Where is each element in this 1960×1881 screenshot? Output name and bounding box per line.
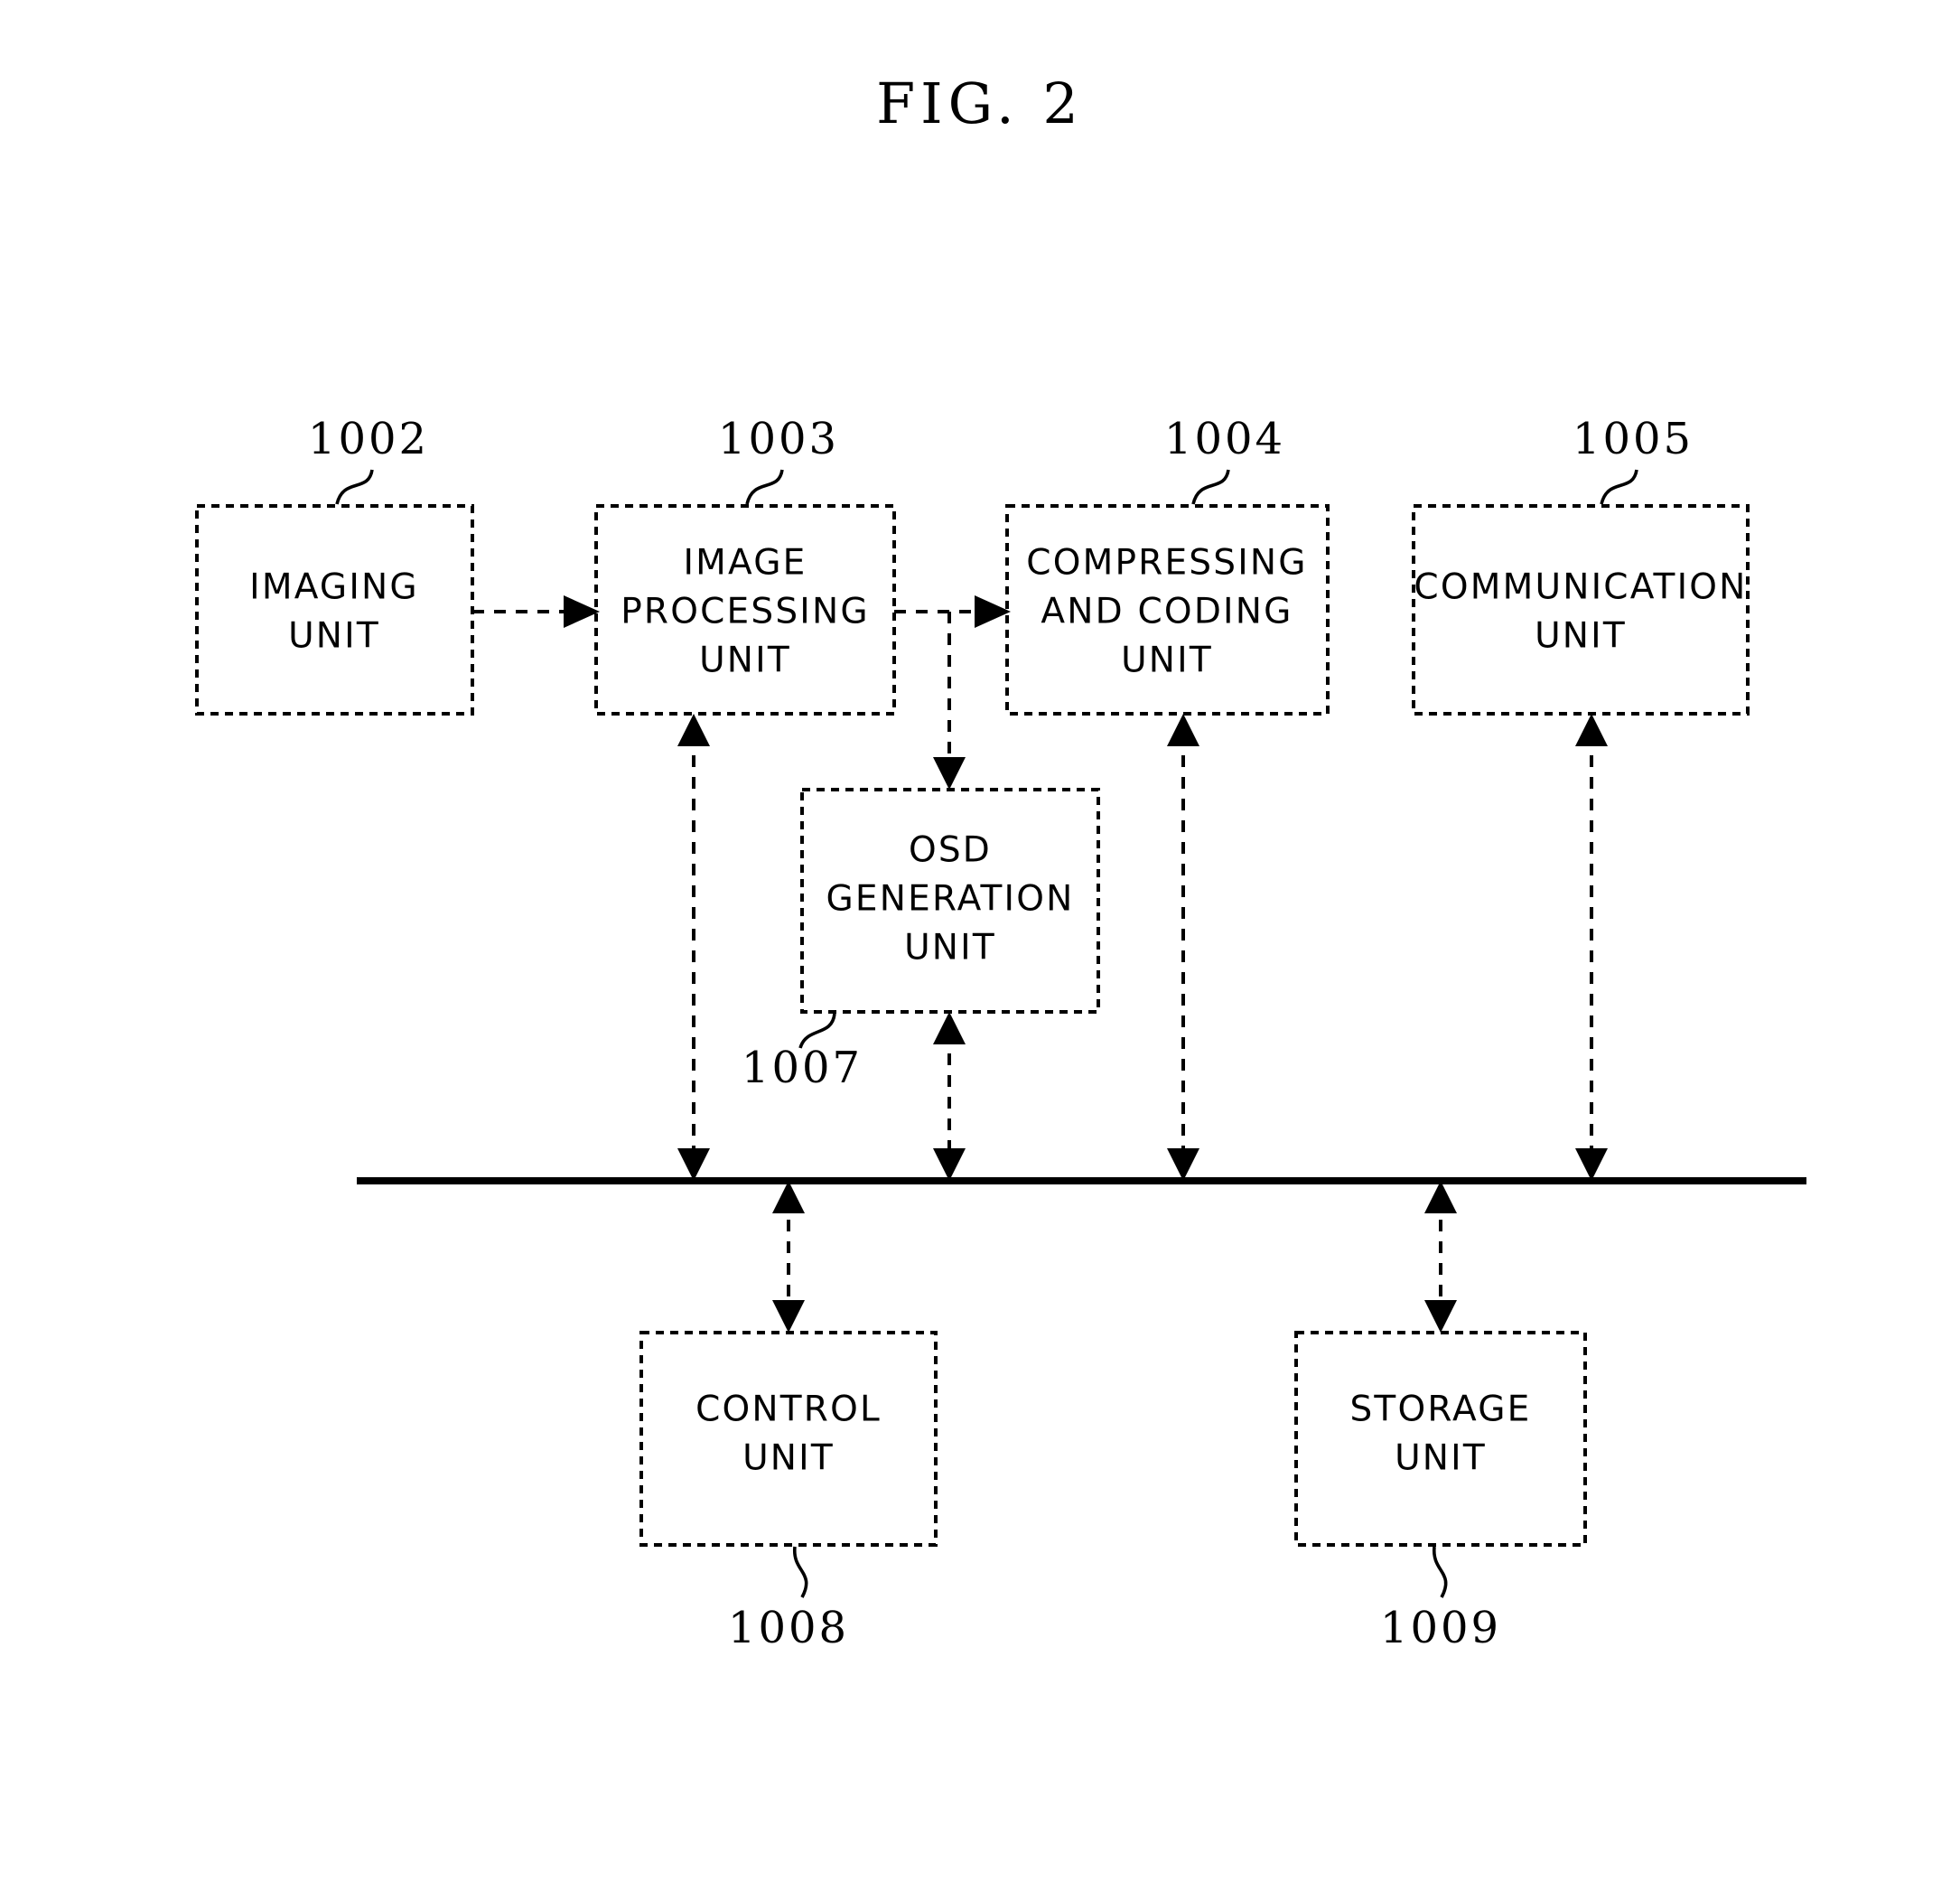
compressing-unit-label-line-1: COMPRESSING xyxy=(1026,543,1307,584)
osd-unit-label-line-1: OSD xyxy=(909,830,992,871)
connection-imaging-to-image-processing xyxy=(472,595,600,628)
connection-image-processing-to-osd xyxy=(933,612,966,790)
reference-1003: 1003 xyxy=(718,414,839,505)
block-storage-unit[interactable]: STORAGE UNIT xyxy=(1294,1331,1587,1547)
reference-number-1003: 1003 xyxy=(718,414,839,464)
connection-bus-to-control xyxy=(772,1181,805,1333)
communication-unit-label-line-1: COMMUNICATION xyxy=(1414,567,1747,608)
communication-unit-label-line-2: UNIT xyxy=(1535,616,1627,657)
figure-root: FIG. 2 IMAGING UNIT IMAGE PROCESSING UNI… xyxy=(0,0,1960,1881)
arrowhead-down-icon xyxy=(933,1148,966,1181)
reference-1004: 1004 xyxy=(1164,414,1285,505)
connection-bus-to-storage xyxy=(1424,1181,1457,1333)
leader-line-1009 xyxy=(1433,1546,1448,1598)
control-unit-label-line-1: CONTROL xyxy=(695,1390,882,1430)
arrowhead-up-icon xyxy=(772,1181,805,1213)
block-communication-unit[interactable]: COMMUNICATION UNIT xyxy=(1412,504,1750,716)
image-processing-unit-label-line-3: UNIT xyxy=(699,641,791,681)
storage-unit-label-line-2: UNIT xyxy=(1395,1438,1487,1479)
reference-1007: 1007 xyxy=(742,1013,863,1093)
compressing-unit-label-line-2: AND CODING xyxy=(1041,592,1293,632)
reference-number-1009: 1009 xyxy=(1380,1603,1501,1653)
imaging-unit-box[interactable] xyxy=(195,504,474,716)
block-image-processing-unit[interactable]: IMAGE PROCESSING UNIT xyxy=(594,504,896,716)
arrowhead-down-icon xyxy=(1424,1300,1457,1333)
arrowhead-down-icon xyxy=(772,1300,805,1333)
connection-compressing-to-bus xyxy=(1167,714,1199,1181)
block-osd-generation-unit[interactable]: OSD GENERATION UNIT xyxy=(800,788,1100,1014)
block-imaging-unit[interactable]: IMAGING UNIT xyxy=(195,504,474,716)
leader-line-1005 xyxy=(1600,469,1638,505)
storage-unit-label-line-1: STORAGE xyxy=(1349,1390,1531,1430)
arrowhead-up-icon xyxy=(1424,1181,1457,1213)
leader-line-1003 xyxy=(745,469,784,505)
leader-line-1004 xyxy=(1191,469,1230,505)
reference-number-1004: 1004 xyxy=(1164,414,1285,464)
block-diagram-canvas: IMAGING UNIT IMAGE PROCESSING UNIT COMPR… xyxy=(195,414,1806,1653)
block-compressing-and-coding-unit[interactable]: COMPRESSING AND CODING UNIT xyxy=(1005,504,1330,716)
image-processing-unit-label-line-2: PROCESSING xyxy=(621,592,870,632)
arrowhead-up-icon xyxy=(677,714,710,746)
reference-number-1002: 1002 xyxy=(308,414,429,464)
connection-image-processing-to-compressing xyxy=(894,595,1011,628)
reference-1008: 1008 xyxy=(728,1546,849,1653)
arrowhead-up-icon xyxy=(1167,714,1199,746)
connection-communication-to-bus xyxy=(1575,714,1608,1181)
arrowhead-down-icon xyxy=(1575,1148,1608,1181)
connection-osd-to-bus xyxy=(933,1012,966,1181)
connection-image-processing-to-bus xyxy=(677,714,710,1181)
reference-1002: 1002 xyxy=(308,414,429,505)
control-unit-label-line-2: UNIT xyxy=(742,1438,835,1479)
osd-unit-label-line-3: UNIT xyxy=(904,928,996,969)
reference-number-1007: 1007 xyxy=(742,1043,863,1093)
imaging-unit-label-line-2: UNIT xyxy=(288,616,380,657)
reference-number-1005: 1005 xyxy=(1573,414,1694,464)
leader-line-1002 xyxy=(335,469,374,505)
arrowhead-down-icon xyxy=(933,757,966,790)
arrowhead-down-icon xyxy=(1167,1148,1199,1181)
compressing-unit-label-line-3: UNIT xyxy=(1121,641,1213,681)
reference-1009: 1009 xyxy=(1380,1546,1501,1653)
image-processing-unit-label-line-1: IMAGE xyxy=(683,543,807,584)
imaging-unit-label-line-1: IMAGING xyxy=(249,567,419,608)
arrowhead-up-icon xyxy=(933,1012,966,1044)
leader-line-1008 xyxy=(793,1546,808,1598)
block-control-unit[interactable]: CONTROL UNIT xyxy=(639,1331,938,1547)
osd-unit-label-line-2: GENERATION xyxy=(826,879,1074,920)
arrowhead-up-icon xyxy=(1575,714,1608,746)
arrowhead-down-icon xyxy=(677,1148,710,1181)
reference-1005: 1005 xyxy=(1573,414,1694,505)
reference-number-1008: 1008 xyxy=(728,1603,849,1653)
communication-unit-box[interactable] xyxy=(1412,504,1750,716)
